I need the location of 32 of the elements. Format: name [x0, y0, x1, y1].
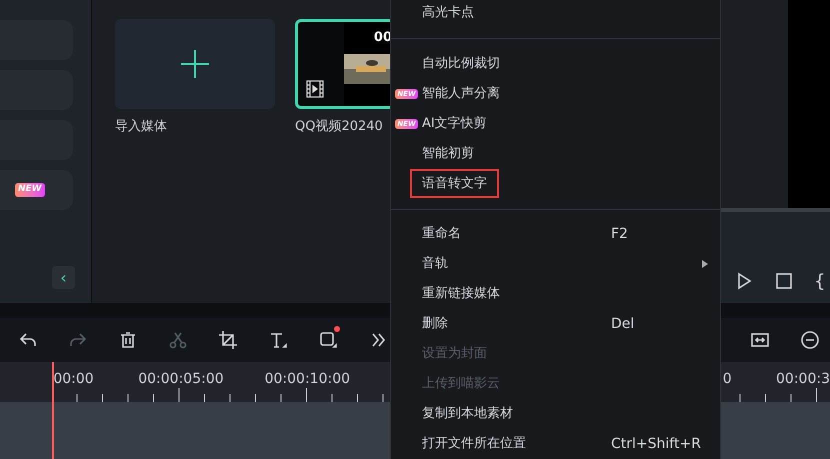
- media-label: 导入媒体: [115, 118, 168, 136]
- plus-icon: [180, 49, 210, 79]
- time-label: 00:00:05:00: [138, 370, 225, 389]
- crop-icon[interactable]: [218, 330, 238, 350]
- shortcut-label: F2: [611, 226, 628, 242]
- time-label: 0: [722, 370, 733, 389]
- menu-item[interactable]: 智能初剪: [391, 138, 720, 168]
- menu-item[interactable]: 打开文件所在位置 Ctrl+Shift+R: [391, 429, 720, 459]
- menu-item[interactable]: 音轨: [391, 249, 720, 279]
- collapse-button[interactable]: ‹: [52, 266, 75, 289]
- menu-item[interactable]: 语音转文字: [391, 168, 720, 198]
- shortcut-label: Ctrl+Shift+R: [611, 436, 701, 452]
- fit-icon[interactable]: [750, 330, 770, 350]
- menu-item[interactable]: 重命名 F2: [391, 219, 720, 249]
- menu-item[interactable]: 重新链接媒体: [391, 279, 720, 309]
- time-label: 00:00:3: [776, 370, 830, 389]
- menu-item[interactable]: 删除 Del: [391, 309, 720, 339]
- import-media-tile[interactable]: [115, 19, 275, 109]
- menu-item[interactable]: 复制到本地素材: [391, 399, 720, 429]
- media-label: QQ视频20240: [295, 118, 384, 136]
- trash-icon[interactable]: [118, 330, 138, 350]
- submenu-arrow-icon: [702, 260, 708, 268]
- time-label: 00:00: [53, 370, 95, 389]
- zoom-out-icon[interactable]: [800, 330, 820, 350]
- text-icon[interactable]: [268, 330, 288, 350]
- time-label: 00:00:10:00: [264, 370, 352, 389]
- square-icon[interactable]: [318, 330, 338, 350]
- brace-icon[interactable]: {: [814, 273, 826, 291]
- shortcut-label: Del: [611, 316, 634, 332]
- new-badge: NEW: [15, 183, 45, 197]
- film-icon: [306, 80, 324, 98]
- stop-icon[interactable]: [774, 271, 794, 291]
